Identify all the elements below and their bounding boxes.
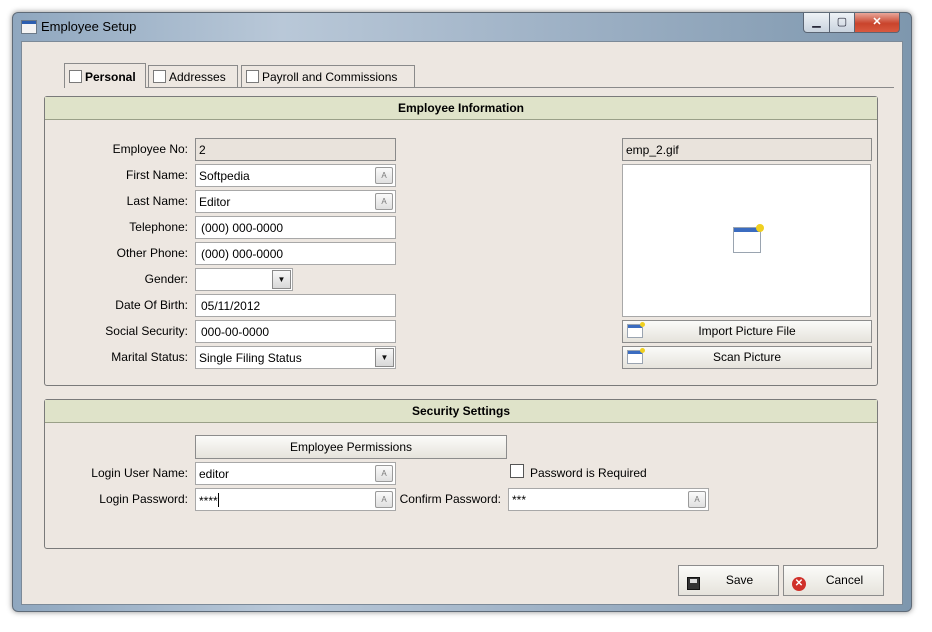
- login-password-lookup-button[interactable]: A: [375, 491, 393, 508]
- employee-picture: [622, 164, 871, 317]
- picture-filename-field: emp_2.gif: [622, 138, 872, 161]
- login-user-name-input[interactable]: editor A: [195, 462, 396, 485]
- marital-status-select[interactable]: Single Filing Status ▼: [195, 346, 396, 369]
- social-security-input[interactable]: 000-00-0000: [195, 320, 396, 343]
- gender-select[interactable]: ▼: [195, 268, 293, 291]
- confirm-password-value: ***: [512, 493, 527, 507]
- employee-information-header: Employee Information: [45, 97, 877, 120]
- cancel-button[interactable]: ✕ Cancel: [783, 565, 884, 596]
- employee-no-value: 2: [199, 143, 206, 157]
- employee-setup-window: Employee Setup ▁ ▢ ✕ Personal Addresses …: [12, 12, 912, 612]
- image-icon: [627, 322, 645, 338]
- confirm-password-input[interactable]: *** A: [508, 488, 709, 511]
- social-security-value: 000-00-0000: [201, 325, 270, 339]
- maximize-button[interactable]: ▢: [829, 13, 855, 33]
- image-icon: [627, 348, 645, 364]
- tab-label: Personal: [85, 70, 136, 84]
- date-of-birth-input[interactable]: 05/11/2012: [195, 294, 396, 317]
- telephone-input[interactable]: (000) 000-0000: [195, 216, 396, 239]
- image-placeholder-icon: [733, 224, 764, 253]
- other-phone-input[interactable]: (000) 000-0000: [195, 242, 396, 265]
- chevron-down-icon[interactable]: ▼: [375, 348, 394, 367]
- gender-label: Gender:: [144, 272, 188, 286]
- login-password-label: Login Password:: [99, 492, 188, 506]
- password-required-label: Password is Required: [530, 466, 647, 480]
- first-name-label: First Name:: [125, 168, 188, 182]
- import-picture-file-button[interactable]: Import Picture File: [622, 320, 872, 343]
- login-user-name-lookup-button[interactable]: A: [375, 465, 393, 482]
- tab-checkbox-icon: [246, 70, 259, 83]
- last-name-value: Editor: [199, 195, 231, 209]
- last-name-lookup-button[interactable]: A: [375, 193, 393, 210]
- window-title: Employee Setup: [41, 19, 137, 34]
- cancel-label: Cancel: [825, 573, 864, 587]
- client-area: Personal Addresses Payroll and Commissio…: [21, 41, 903, 605]
- login-user-name-value: editor: [199, 467, 230, 481]
- tab-payroll-and-commissions[interactable]: Payroll and Commissions: [241, 65, 415, 87]
- date-of-birth-value: 05/11/2012: [201, 299, 261, 313]
- tab-label: Payroll and Commissions: [262, 70, 398, 84]
- login-user-name-label: Login User Name:: [91, 466, 188, 480]
- cancel-icon: ✕: [792, 577, 806, 591]
- app-icon: [21, 20, 37, 34]
- first-name-lookup-button[interactable]: A: [375, 167, 393, 184]
- picture-filename: emp_2.gif: [626, 143, 679, 157]
- employee-permissions-button[interactable]: Employee Permissions: [195, 435, 507, 459]
- import-picture-file-label: Import Picture File: [698, 324, 796, 338]
- close-button[interactable]: ✕: [854, 13, 900, 33]
- tab-label: Addresses: [169, 70, 226, 84]
- scan-picture-button[interactable]: Scan Picture: [622, 346, 872, 369]
- save-label: Save: [725, 573, 754, 587]
- security-settings-panel: Security Settings Employee Permissions L…: [44, 399, 878, 549]
- last-name-input[interactable]: Editor A: [195, 190, 396, 213]
- marital-status-value: Single Filing Status: [199, 351, 302, 365]
- employee-no-label: Employee No:: [112, 142, 188, 156]
- security-settings-header: Security Settings: [45, 400, 877, 423]
- password-required-checkbox[interactable]: [510, 464, 524, 478]
- minimize-button[interactable]: ▁: [803, 13, 830, 33]
- employee-information-panel: Employee Information Employee No: 2 Firs…: [44, 96, 878, 386]
- chevron-down-icon[interactable]: ▼: [272, 270, 291, 289]
- telephone-value: (000) 000-0000: [201, 221, 284, 235]
- last-name-label: Last Name:: [126, 194, 188, 208]
- tab-checkbox-icon: [69, 70, 82, 83]
- first-name-value: Softpedia: [199, 169, 250, 183]
- text-caret: [217, 493, 219, 507]
- tab-checkbox-icon: [153, 70, 166, 83]
- login-password-input[interactable]: **** A: [195, 488, 396, 511]
- other-phone-value: (000) 000-0000: [201, 247, 284, 261]
- tab-divider: [64, 87, 894, 88]
- save-button[interactable]: Save: [678, 565, 779, 596]
- other-phone-label: Other Phone:: [116, 246, 188, 260]
- floppy-disk-icon: [687, 577, 700, 590]
- tab-addresses[interactable]: Addresses: [148, 65, 238, 87]
- confirm-password-label: Confirm Password:: [399, 492, 501, 506]
- date-of-birth-label: Date Of Birth:: [115, 298, 188, 312]
- marital-status-label: Marital Status:: [111, 350, 188, 364]
- telephone-label: Telephone:: [129, 220, 188, 234]
- social-security-label: Social Security:: [105, 324, 188, 338]
- employee-no-field: 2: [195, 138, 396, 161]
- title-bar[interactable]: Employee Setup ▁ ▢ ✕: [13, 13, 911, 41]
- first-name-input[interactable]: Softpedia A: [195, 164, 396, 187]
- login-password-value: ****: [199, 493, 219, 508]
- tab-personal[interactable]: Personal: [64, 63, 146, 88]
- scan-picture-label: Scan Picture: [712, 350, 782, 364]
- confirm-password-lookup-button[interactable]: A: [688, 491, 706, 508]
- login-password-mask: ****: [199, 494, 218, 508]
